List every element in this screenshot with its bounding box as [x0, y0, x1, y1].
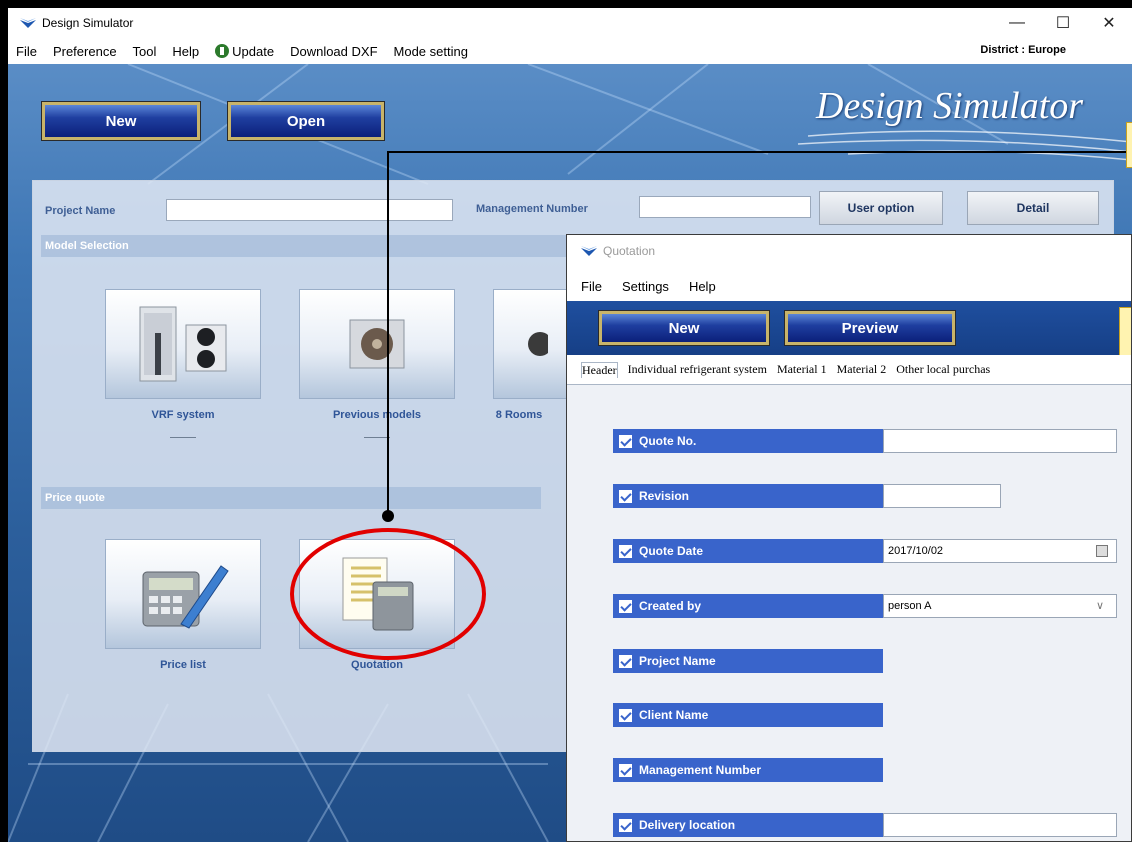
tab-material-2[interactable]: Material 2	[837, 362, 887, 377]
quotation-toolbar: New Preview	[567, 301, 1131, 359]
quote-no-label: Quote No.	[639, 434, 697, 448]
delivery-location-row: Delivery location	[613, 813, 883, 837]
maximize-button[interactable]: ☐	[1040, 8, 1086, 38]
menu-update-label: Update	[232, 43, 275, 59]
callout-box-quotation	[1119, 307, 1131, 359]
quote-date-label: Quote Date	[639, 544, 704, 558]
menu-file[interactable]: File	[16, 44, 37, 59]
created-by-value: person A	[888, 600, 932, 612]
calculator-pencil-icon	[142, 565, 229, 629]
price-list-label: Price list	[160, 659, 206, 671]
quote-date-row: Quote Date	[613, 539, 883, 563]
quotation-window: Quotation File Settings Help New Preview…	[566, 234, 1132, 842]
tab-other-local-purchase[interactable]: Other local purchas	[896, 362, 990, 377]
quote-date-value: 2017/10/02	[888, 545, 944, 557]
revision-row: Revision	[613, 484, 883, 508]
header-form: Quote No. Revision Quote Date 2017/10/02…	[567, 385, 1131, 841]
room-unit-icon	[528, 332, 548, 356]
document-calculator-icon	[342, 557, 414, 631]
revision-input[interactable]	[883, 484, 1001, 508]
chevron-down-icon: ∨	[1095, 600, 1104, 612]
quotation-tabs: Header Individual refrigerant system Mat…	[567, 355, 1131, 385]
quote-no-input[interactable]	[883, 429, 1117, 453]
user-option-button[interactable]: User option	[819, 191, 943, 225]
delivery-location-input[interactable]	[883, 813, 1117, 837]
management-number-label: Management Number	[476, 203, 588, 215]
quotation-logo-icon	[581, 246, 597, 256]
quotation-preview-button[interactable]: Preview	[785, 311, 955, 345]
vrf-unit-icon	[139, 306, 227, 382]
menu-preference[interactable]: Preference	[53, 44, 117, 59]
new-project-button[interactable]: New	[42, 102, 200, 140]
callout-box-top	[1126, 122, 1132, 168]
management-number-input[interactable]	[639, 196, 811, 218]
price-quote-header: Price quote	[41, 487, 541, 509]
vrf-system-tile[interactable]	[105, 289, 261, 399]
quotation-menu-settings[interactable]: Settings	[622, 279, 669, 294]
menu-download-dxf[interactable]: Download DXF	[290, 44, 377, 59]
quote-date-input[interactable]: 2017/10/02	[883, 539, 1117, 563]
menu-mode-setting[interactable]: Mode setting	[394, 44, 468, 59]
quotation-menu-bar: File Settings Help	[567, 279, 716, 294]
menu-update[interactable]: Update	[215, 43, 275, 59]
client-name-checkbox[interactable]	[619, 708, 632, 722]
8-rooms-tile[interactable]	[493, 289, 573, 399]
district-label: District : Europe	[980, 44, 1066, 56]
quotation-menu-help[interactable]: Help	[689, 279, 716, 294]
8-rooms-label: 8 Rooms	[495, 409, 543, 421]
menu-bar: File Preference Tool Help Update Downloa…	[8, 40, 1132, 62]
close-button[interactable]: ✕	[1086, 8, 1132, 38]
previous-models-tile[interactable]	[299, 289, 455, 399]
window-title: Design Simulator	[42, 16, 134, 30]
created-by-row: Created by	[613, 594, 883, 618]
quote-date-checkbox[interactable]	[619, 544, 632, 558]
previous-models-label: Previous models	[332, 409, 422, 421]
title-bar: Design Simulator — ☐ ✕	[8, 8, 1132, 38]
menu-help[interactable]: Help	[172, 44, 199, 59]
vrf-system-label: VRF system	[151, 409, 215, 421]
project-name-row: Project Name	[613, 649, 883, 673]
project-name-label: Project Name	[45, 205, 116, 217]
management-number-field-label: Management Number	[639, 763, 762, 777]
management-number-checkbox[interactable]	[619, 763, 632, 777]
detail-button[interactable]: Detail	[967, 191, 1099, 225]
client-name-label: Client Name	[639, 708, 709, 722]
brand-logo: Design Simulator	[816, 85, 1084, 127]
vrf-system-dash	[170, 437, 196, 438]
quotation-new-button[interactable]: New	[599, 311, 769, 345]
calendar-icon[interactable]	[1096, 545, 1108, 557]
management-number-row: Management Number	[613, 758, 883, 782]
minimize-button[interactable]: —	[994, 8, 1040, 38]
quotation-tile[interactable]	[299, 539, 455, 649]
tab-header[interactable]: Header	[581, 361, 618, 378]
app-logo-icon	[20, 18, 36, 28]
quote-no-row: Quote No.	[613, 429, 883, 453]
price-list-tile[interactable]	[105, 539, 261, 649]
project-name-checkbox[interactable]	[619, 654, 632, 668]
created-by-checkbox[interactable]	[619, 599, 632, 613]
delivery-location-label: Delivery location	[639, 818, 736, 832]
previous-models-dash	[364, 437, 390, 438]
tab-individual-refrigerant-system[interactable]: Individual refrigerant system	[628, 362, 767, 377]
quotation-menu-file[interactable]: File	[581, 279, 602, 294]
quotation-title-bar: Quotation	[567, 235, 1131, 267]
revision-label: Revision	[639, 489, 690, 503]
delivery-location-checkbox[interactable]	[619, 818, 632, 832]
open-project-button[interactable]: Open	[228, 102, 384, 140]
project-name-input[interactable]	[166, 199, 453, 221]
quotation-title: Quotation	[603, 244, 656, 258]
quote-no-checkbox[interactable]	[619, 434, 632, 448]
tab-material-1[interactable]: Material 1	[777, 362, 827, 377]
client-name-row: Client Name	[613, 703, 883, 727]
model-selection-header: Model Selection	[41, 235, 581, 257]
menu-tool[interactable]: Tool	[133, 44, 157, 59]
project-name-field-label: Project Name	[639, 654, 716, 668]
quotation-label: Quotation	[351, 659, 403, 671]
created-by-select[interactable]: person A ∨	[883, 594, 1117, 618]
revision-checkbox[interactable]	[619, 489, 632, 503]
outdoor-unit-icon	[349, 319, 405, 369]
created-by-label: Created by	[639, 599, 702, 613]
update-icon	[215, 43, 230, 58]
